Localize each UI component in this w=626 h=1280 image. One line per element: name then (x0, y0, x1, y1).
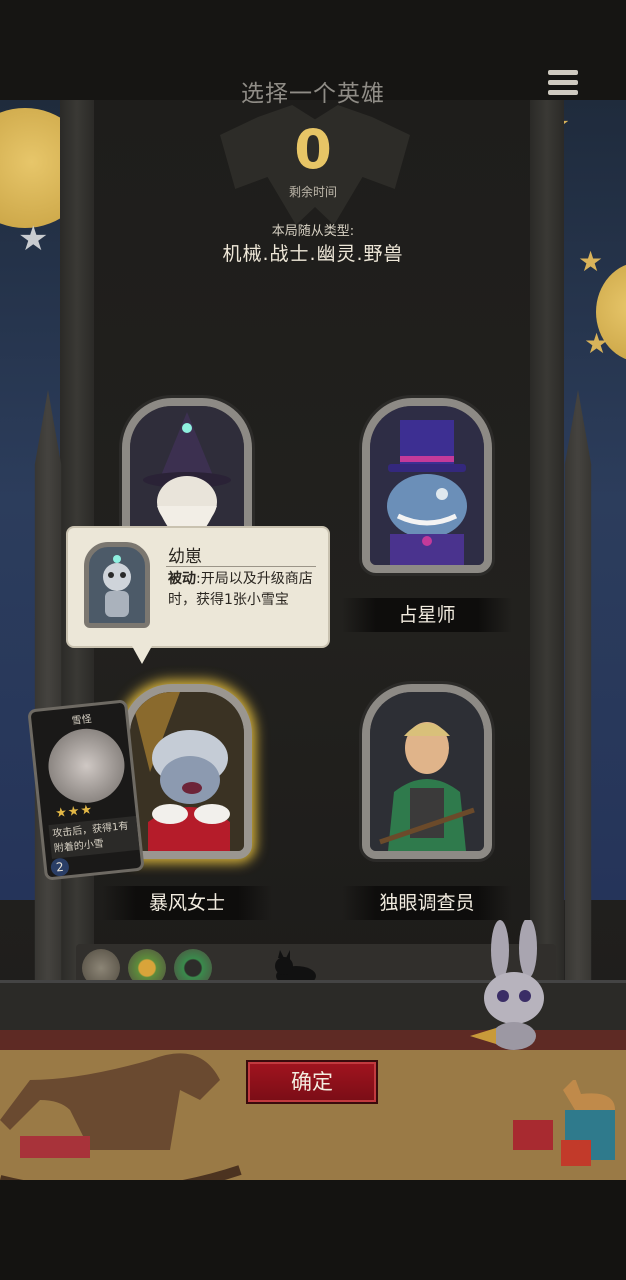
minion-card-text: 攻击后，获得1有附着的小雪 (48, 815, 140, 859)
bottom-border (0, 1180, 626, 1280)
tooltip-divider (166, 566, 316, 567)
hero-name-label: 暴风女士 (102, 886, 272, 920)
minion-card-stars: ★★★ (54, 802, 94, 822)
menu-icon[interactable] (548, 70, 578, 98)
page-title: 选择一个英雄 (241, 81, 385, 107)
hero-card-astrologer[interactable]: 占星师 (342, 398, 512, 632)
timer-value: 0 (294, 118, 332, 181)
yeti-icon (44, 725, 129, 807)
toy-blocks-icon (513, 1080, 615, 1166)
game-screen: ★ ★ ★ ★ ★ 选择一个英雄 0 剩余时间 本局随从类型: 机械.战士.幽灵… (0, 0, 626, 1280)
minion-card-title: 雪怪 (71, 714, 93, 728)
bunny-mascot-icon (470, 920, 544, 1050)
hero-frame (362, 684, 492, 859)
hero-frame-selected (122, 684, 252, 859)
top-hat-monster-icon (370, 406, 484, 565)
hero-power-tooltip: 幼崽 被动:开局以及升级商店时，获得1张小雪宝 (66, 526, 330, 664)
tooltip-keyword: 被动 (168, 571, 196, 587)
round-types-label: 本局随从类型: (271, 224, 355, 239)
confirm-button[interactable]: 确定 (246, 1060, 378, 1104)
tooltip-title: 幼崽 (168, 547, 202, 567)
minion-card-number: 2 (50, 857, 70, 878)
hero-card-investigator[interactable]: 独眼调查员 (342, 684, 512, 920)
cub-icon (84, 542, 150, 628)
star-icon: ★ (584, 327, 610, 360)
tooltip-description: 被动:开局以及升级商店时，获得1张小雪宝 (168, 569, 318, 611)
minion-card-preview[interactable]: 雪怪 ★★★ 攻击后，获得1有附着的小雪 2 (27, 699, 145, 881)
hero-name-label: 占星师 (342, 598, 512, 632)
hero-name-label: 独眼调查员 (342, 886, 512, 920)
storm-lady-icon (130, 692, 244, 851)
timer-label: 剩余时间 (288, 185, 337, 199)
hero-frame (362, 398, 492, 573)
round-types-value: 机械.战士.幽灵.野兽 (222, 243, 404, 265)
ranger-icon (370, 692, 484, 851)
